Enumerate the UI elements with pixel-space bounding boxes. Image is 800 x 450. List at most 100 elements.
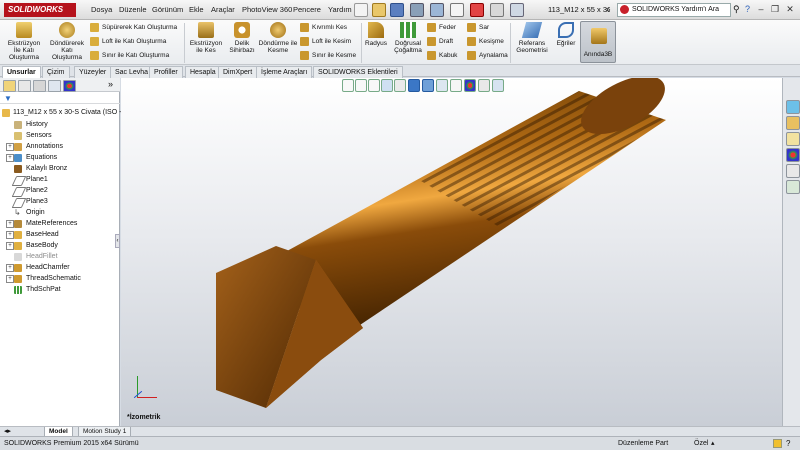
tab-sac-levha[interactable]: Sac Levha — [110, 66, 154, 78]
close-icon[interactable]: ✕ — [783, 3, 797, 16]
tab-yuzeyler[interactable]: Yüzeyler — [74, 66, 112, 78]
draft-button[interactable]: Draft — [427, 36, 453, 47]
expand-plus-icon[interactable]: + — [6, 220, 14, 228]
tree-item-basebody[interactable]: + BaseBody — [6, 240, 58, 251]
forum-icon[interactable] — [786, 180, 800, 194]
minimize-icon[interactable]: – — [754, 3, 768, 16]
options-gear-icon[interactable] — [510, 3, 524, 17]
view-orientation-icon[interactable] — [408, 79, 420, 92]
configuration-manager-tab-icon[interactable] — [33, 80, 46, 92]
menu-duzenle[interactable]: Düzenle — [119, 4, 147, 16]
curves-button[interactable]: Eğriler — [554, 22, 578, 47]
dimxpert-manager-tab-icon[interactable] — [48, 80, 61, 92]
restore-icon[interactable]: ❐ — [768, 3, 782, 16]
property-manager-tab-icon[interactable] — [18, 80, 31, 92]
custom-properties-icon[interactable] — [786, 164, 800, 178]
hide-show-items-icon[interactable] — [436, 79, 448, 92]
display-pane-icon[interactable] — [492, 79, 504, 92]
linear-pattern-button[interactable]: Doğrusal Çoğaltma — [391, 22, 425, 54]
display-manager-tab-icon[interactable] — [63, 80, 76, 92]
section-view-icon[interactable] — [381, 79, 393, 92]
sweep-boss-button[interactable]: Süpürerek Katı Oluşturma — [90, 22, 177, 33]
swept-cut-button[interactable]: Kıvrımlı Kes — [300, 22, 347, 33]
panel-expand-chevron-icon[interactable]: » — [108, 79, 113, 89]
reference-geometry-button[interactable]: Referans Geometrisi — [512, 22, 552, 54]
tree-item-basehead[interactable]: + BaseHead — [6, 229, 59, 240]
loft-boss-button[interactable]: Loft ile Katı Oluşturma — [90, 36, 166, 47]
extrude-boss-button[interactable]: Ekstrüzyon İle Katı Oluşturma — [4, 22, 44, 61]
lofted-cut-button[interactable]: Loft ile Kesim — [300, 36, 351, 47]
edit-appearance-icon[interactable] — [450, 79, 462, 92]
menu-araclar[interactable]: Araçlar — [211, 4, 235, 16]
tree-item-sensors[interactable]: Sensors — [14, 130, 52, 141]
file-properties-icon[interactable] — [490, 3, 504, 17]
graphics-area[interactable]: *İzometrik — [121, 78, 782, 426]
menu-dosya[interactable]: Dosya — [91, 4, 112, 16]
units-dropdown-icon[interactable]: ▴ — [711, 437, 715, 450]
expand-plus-icon[interactable]: + — [6, 242, 14, 250]
panel-collapse-handle[interactable]: ‹ — [115, 234, 120, 248]
expand-plus-icon[interactable]: + — [6, 143, 14, 151]
fillet-button[interactable]: Radyus — [363, 22, 389, 47]
new-document-icon[interactable] — [354, 3, 368, 17]
tab-solidworks-eklentileri[interactable]: SOLIDWORKS Eklentileri — [313, 66, 403, 78]
save-icon[interactable] — [390, 3, 404, 17]
undo-icon[interactable] — [430, 3, 444, 17]
view-settings-icon[interactable] — [478, 79, 490, 92]
open-folder-icon[interactable] — [372, 3, 386, 17]
appearances-scenes-icon[interactable] — [786, 148, 800, 162]
rebuild-traffic-light-icon[interactable] — [470, 3, 484, 17]
tab-cizim[interactable]: Çizim — [42, 66, 70, 78]
extruded-cut-button[interactable]: Ekstrüzyon ile Kes — [188, 22, 224, 54]
menu-ekle[interactable]: Ekle — [189, 4, 204, 16]
solidworks-resources-icon[interactable] — [786, 100, 800, 114]
tab-scroll-arrows-icon[interactable]: ◂▸ — [4, 427, 11, 435]
previous-view-icon[interactable] — [368, 79, 380, 92]
menu-pencere[interactable]: Pencere — [293, 4, 321, 16]
tree-item-matereferences[interactable]: + MateReferences — [6, 218, 77, 229]
menu-gorunum[interactable]: Görünüm — [152, 4, 183, 16]
filter-funnel-icon[interactable]: ▼ — [4, 94, 12, 103]
dynamic-annotation-icon[interactable] — [394, 79, 406, 92]
expand-plus-icon[interactable]: + — [6, 231, 14, 239]
design-library-icon[interactable] — [786, 116, 800, 130]
tree-item-headchamfer[interactable]: + HeadChamfer — [6, 262, 70, 273]
tree-item-headfillet[interactable]: HeadFillet — [14, 251, 58, 262]
revolve-boss-button[interactable]: Döndürerek Katı Oluşturma — [46, 22, 88, 61]
tree-item-annotations[interactable]: + Annotations — [6, 141, 63, 152]
apply-scene-icon[interactable] — [464, 79, 476, 92]
hole-wizard-button[interactable]: Delik Sihirbazı — [226, 22, 258, 54]
file-explorer-icon[interactable] — [786, 132, 800, 146]
tab-unsurlar[interactable]: Unsurlar — [2, 66, 41, 78]
zoom-to-area-icon[interactable] — [355, 79, 367, 92]
expand-plus-icon[interactable]: + — [6, 275, 14, 283]
expand-plus-icon[interactable]: + — [6, 264, 14, 272]
revolved-cut-button[interactable]: Döndürme ile Kesme — [258, 22, 298, 54]
feature-manager-tab-icon[interactable] — [3, 80, 16, 92]
tree-item-equations[interactable]: + Equations — [6, 152, 57, 163]
help-icon[interactable]: ? — [786, 437, 790, 450]
tab-profiller[interactable]: Profiller — [149, 66, 183, 78]
intersect-button[interactable]: Kesişme — [467, 36, 504, 47]
tree-item-threadschematic[interactable]: + ThreadSchematic — [6, 273, 81, 284]
tab-dimxpert[interactable]: DimXpert — [218, 66, 258, 78]
help-search-input[interactable]: SOLIDWORKS Yardım'ı Ara — [617, 3, 731, 17]
solidworks-logo[interactable]: SOLIDWORKS — [4, 3, 76, 17]
tab-isleme-araclari[interactable]: İşleme Araçları — [256, 66, 313, 78]
search-icon[interactable]: ⚲ — [733, 4, 743, 16]
zoom-to-fit-icon[interactable] — [342, 79, 354, 92]
menu-yardim[interactable]: Yardım — [328, 4, 352, 16]
select-arrow-icon[interactable] — [450, 3, 464, 17]
tree-item-history[interactable]: History — [14, 119, 48, 130]
tree-item-plane3[interactable]: Plane3 — [11, 196, 48, 208]
boundary-cut-button[interactable]: Sınır ile Kesme — [300, 50, 356, 61]
boundary-boss-button[interactable]: Sınır ile Katı Oluşturma — [90, 50, 169, 61]
tree-root-part[interactable]: 113_M12 x 55 x 30-S Civata (ISO - — [2, 107, 121, 118]
wrap-button[interactable]: Sar — [467, 22, 489, 33]
expand-plus-icon[interactable]: + — [6, 154, 14, 162]
tree-item-thdschpat[interactable]: ThdSchPat — [14, 284, 61, 295]
print-icon[interactable] — [410, 3, 424, 17]
instant3d-button[interactable]: Anında3B — [580, 21, 616, 63]
tree-item-material[interactable]: Kalaylı Bronz — [14, 163, 67, 174]
mirror-button[interactable]: Aynalama — [467, 50, 508, 61]
